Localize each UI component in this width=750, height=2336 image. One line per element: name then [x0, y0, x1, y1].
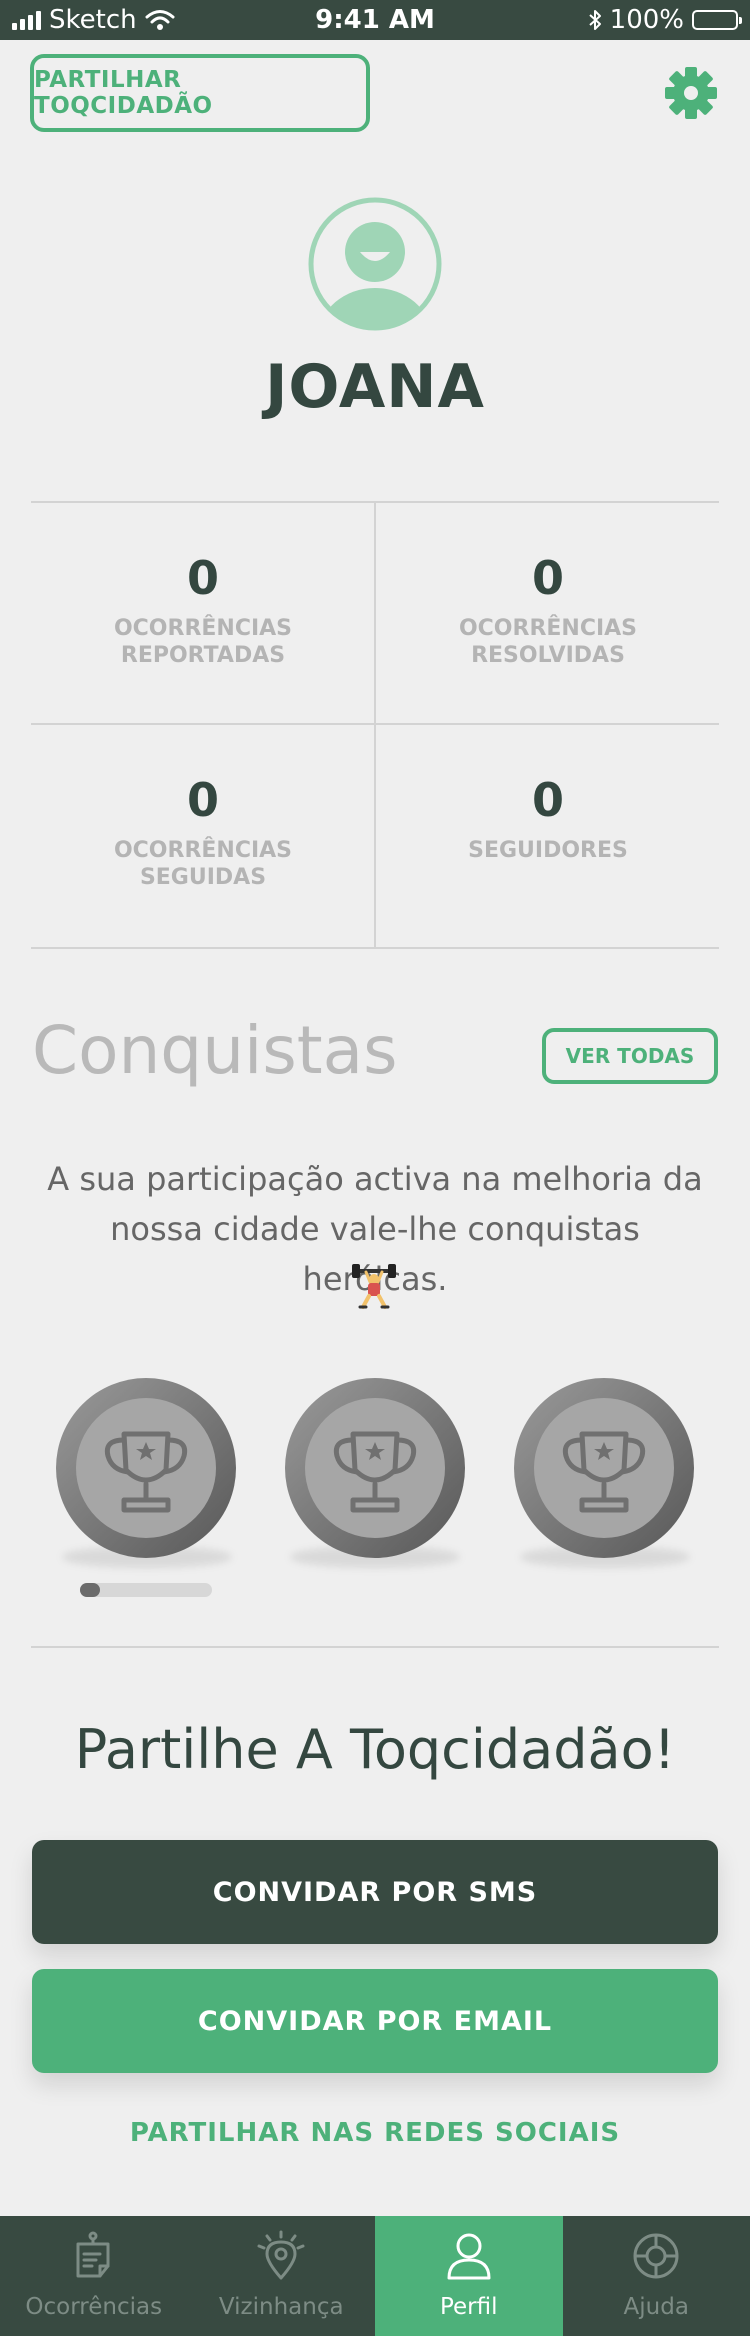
- stat-followers[interactable]: 0 SEGUIDORES: [376, 725, 720, 945]
- trophy-icon[interactable]: [514, 1378, 694, 1558]
- progress-fill: [80, 1583, 100, 1597]
- share-toqcidadao-button[interactable]: PARTILHAR TOQCIDADÃO: [30, 54, 370, 132]
- user-avatar-icon[interactable]: [307, 196, 443, 332]
- stat-value: 0: [186, 773, 219, 827]
- stat-value: 0: [531, 773, 564, 827]
- tab-label: Perfil: [439, 2294, 498, 2320]
- stat-label: OCORRÊNCIAS SEGUIDAS: [113, 838, 293, 890]
- achievement-progress-bar: [80, 1583, 212, 1597]
- stat-value: 0: [186, 551, 219, 605]
- battery-icon: [692, 10, 742, 30]
- tab-label: Vizinhança: [218, 2294, 344, 2320]
- stat-value: 0: [531, 551, 564, 605]
- tab-bar: Ocorrências Vizinhança Perfil Ajuda: [0, 2216, 750, 2336]
- see-all-button[interactable]: VER TODAS: [542, 1028, 718, 1084]
- stats-grid: 0 OCORRÊNCIAS REPORTADAS 0 OCORRÊNCIAS RES…: [31, 501, 719, 949]
- stat-followed[interactable]: 0 OCORRÊNCIAS SEGUIDAS: [31, 725, 375, 945]
- report-icon: [76, 2231, 110, 2278]
- weightlifter-icon: [352, 1264, 396, 1309]
- invite-email-button[interactable]: CONVIDAR POR EMAIL: [32, 1969, 718, 2073]
- invite-sms-button[interactable]: CONVIDAR POR SMS: [32, 1840, 718, 1944]
- profile-name: JOANA: [265, 352, 485, 422]
- stat-label: SEGUIDORES: [468, 838, 628, 863]
- stat-resolved[interactable]: 0 OCORRÊNCIAS RESOLVIDAS: [376, 503, 720, 723]
- status-bar: Sketch 9:41 AM 100%: [0, 0, 750, 40]
- status-right: 100%: [588, 5, 742, 35]
- achievements-title: Conquistas: [32, 1012, 398, 1089]
- stat-reported[interactable]: 0 OCORRÊNCIAS REPORTADAS: [31, 503, 375, 723]
- tab-perfil[interactable]: Perfil: [375, 2216, 563, 2336]
- tab-vizinhanca[interactable]: Vizinhança: [188, 2216, 376, 2336]
- divider: [31, 1646, 719, 1648]
- tab-label: Ajuda: [623, 2294, 689, 2320]
- location-pin-icon: [257, 2230, 305, 2280]
- tab-ocorrencias[interactable]: Ocorrências: [0, 2216, 188, 2336]
- lifebuoy-icon: [633, 2233, 679, 2279]
- stat-label: OCORRÊNCIAS REPORTADAS: [113, 616, 293, 668]
- user-icon: [447, 2233, 491, 2280]
- tab-ajuda[interactable]: Ajuda: [563, 2216, 750, 2336]
- stat-label: OCORRÊNCIAS RESOLVIDAS: [458, 616, 638, 668]
- share-social-link[interactable]: PARTILHAR NAS REDES SOCIAIS: [0, 2118, 750, 2148]
- gear-icon[interactable]: [664, 66, 718, 120]
- tab-label: Ocorrências: [25, 2294, 163, 2320]
- bluetooth-icon: [588, 10, 601, 30]
- share-title: Partilhe A Toqcidadão!: [74, 1718, 676, 1781]
- trophy-icon[interactable]: [285, 1378, 465, 1558]
- battery-percent: 100%: [609, 5, 684, 35]
- trophy-icon[interactable]: [56, 1378, 236, 1558]
